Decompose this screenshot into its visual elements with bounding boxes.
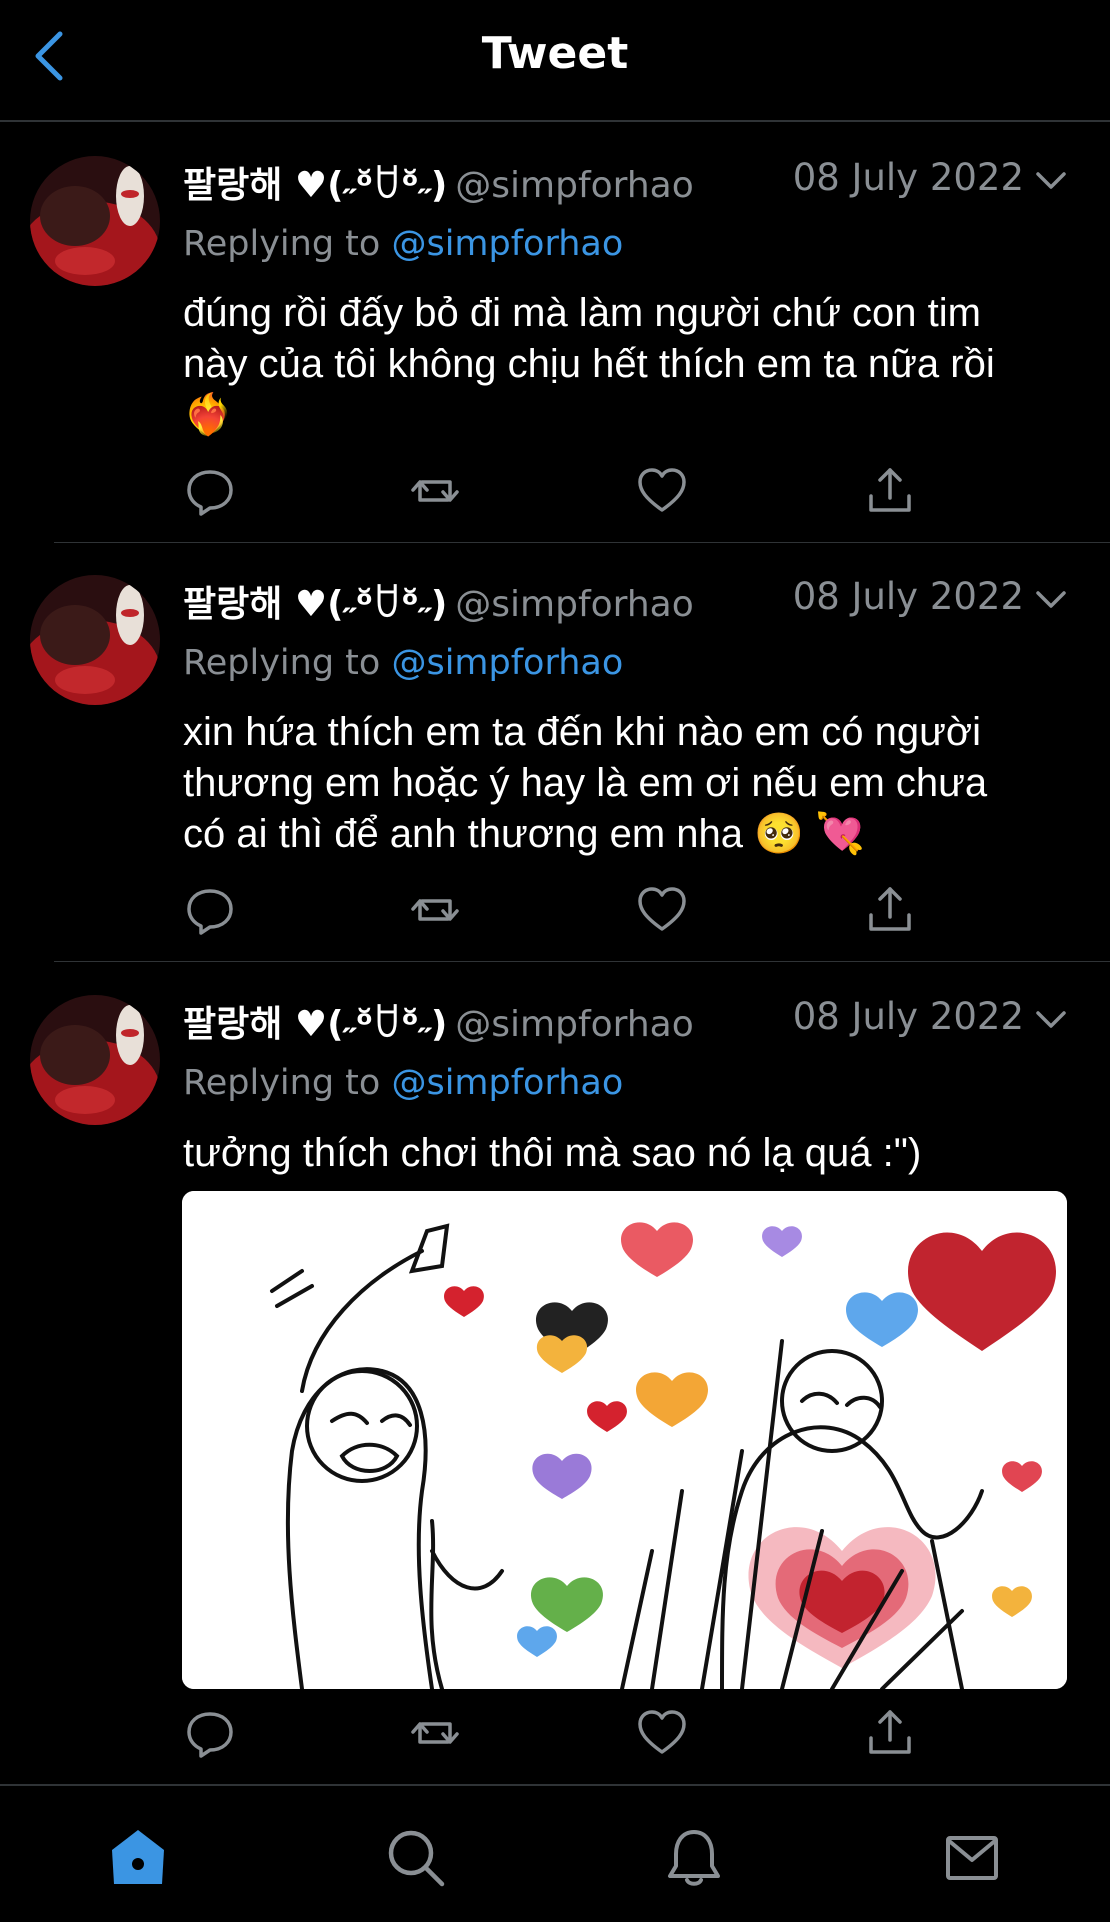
like-icon[interactable]: [635, 883, 689, 937]
reply-icon[interactable]: [183, 883, 237, 937]
tweet-actions: [183, 1706, 943, 1762]
avatar[interactable]: [30, 575, 160, 705]
chevron-down-icon[interactable]: [1032, 1001, 1070, 1039]
bottom-nav: [0, 1784, 1110, 1922]
reply-icon[interactable]: [183, 1706, 237, 1760]
notifications-icon[interactable]: [662, 1826, 726, 1890]
replying-to: Replying to @simpforhao: [183, 643, 624, 683]
handle[interactable]: @simpforhao: [455, 1004, 693, 1045]
share-icon[interactable]: [863, 1706, 917, 1760]
tweet-text: xin hứa thích em ta đến khi nào em có ng…: [183, 710, 988, 856]
display-name[interactable]: 팔랑해 ♥(˶ᵒ̆ꇴᵒ̆˶): [183, 165, 447, 206]
reply-mention-link[interactable]: @simpforhao: [391, 643, 623, 683]
replying-to: Replying to @simpforhao: [183, 1063, 624, 1103]
reply-mention-link[interactable]: @simpforhao: [391, 1063, 623, 1103]
retweet-icon[interactable]: [408, 883, 462, 937]
avatar[interactable]: [30, 156, 160, 286]
top-bar: Tweet: [0, 0, 1110, 122]
like-icon[interactable]: [635, 1706, 689, 1760]
tweet-2[interactable]: 팔랑해 ♥(˶ᵒ̆ꇴᵒ̆˶) @simpforhao 08 July 2022 R…: [0, 543, 1110, 961]
share-icon[interactable]: [863, 464, 917, 518]
chevron-down-icon[interactable]: [1032, 581, 1070, 619]
retweet-icon[interactable]: [408, 1706, 462, 1760]
retweet-icon[interactable]: [408, 464, 462, 518]
tweet-text: tưởng thích chơi thôi mà sao nó lạ quá :…: [183, 1131, 922, 1175]
tweet-date: 08 July 2022: [792, 575, 1024, 618]
reply-icon[interactable]: [183, 464, 237, 518]
tweet-actions: [183, 883, 943, 939]
search-icon[interactable]: [384, 1826, 448, 1890]
page-title: Tweet: [481, 28, 629, 79]
chevron-down-icon[interactable]: [1032, 162, 1070, 200]
tweet-actions: [183, 464, 943, 520]
tweet-image[interactable]: [182, 1191, 1067, 1689]
messages-icon[interactable]: [940, 1826, 1004, 1890]
tweet-date: 08 July 2022: [792, 156, 1024, 199]
handle[interactable]: @simpforhao: [455, 165, 693, 206]
tweet-date: 08 July 2022: [792, 995, 1024, 1038]
tweet-1[interactable]: 팔랑해 ♥(˶ᵒ̆ꇴᵒ̆˶) @simpforhao 08 July 2022 R…: [0, 124, 1110, 542]
avatar[interactable]: [30, 995, 160, 1125]
like-icon[interactable]: [635, 464, 689, 518]
reply-mention-link[interactable]: @simpforhao: [391, 224, 623, 264]
replying-to: Replying to @simpforhao: [183, 224, 624, 264]
share-icon[interactable]: [863, 883, 917, 937]
display-name[interactable]: 팔랑해 ♥(˶ᵒ̆ꇴᵒ̆˶): [183, 584, 447, 625]
tweet-text: đúng rồi đấy bỏ đi mà làm người chứ con …: [183, 291, 995, 437]
home-icon[interactable]: [106, 1826, 170, 1890]
tweet-3[interactable]: 팔랑해 ♥(˶ᵒ̆ꇴᵒ̆˶) @simpforhao 08 July 2022 R…: [0, 962, 1110, 1782]
handle[interactable]: @simpforhao: [455, 584, 693, 625]
display-name[interactable]: 팔랑해 ♥(˶ᵒ̆ꇴᵒ̆˶): [183, 1004, 447, 1045]
